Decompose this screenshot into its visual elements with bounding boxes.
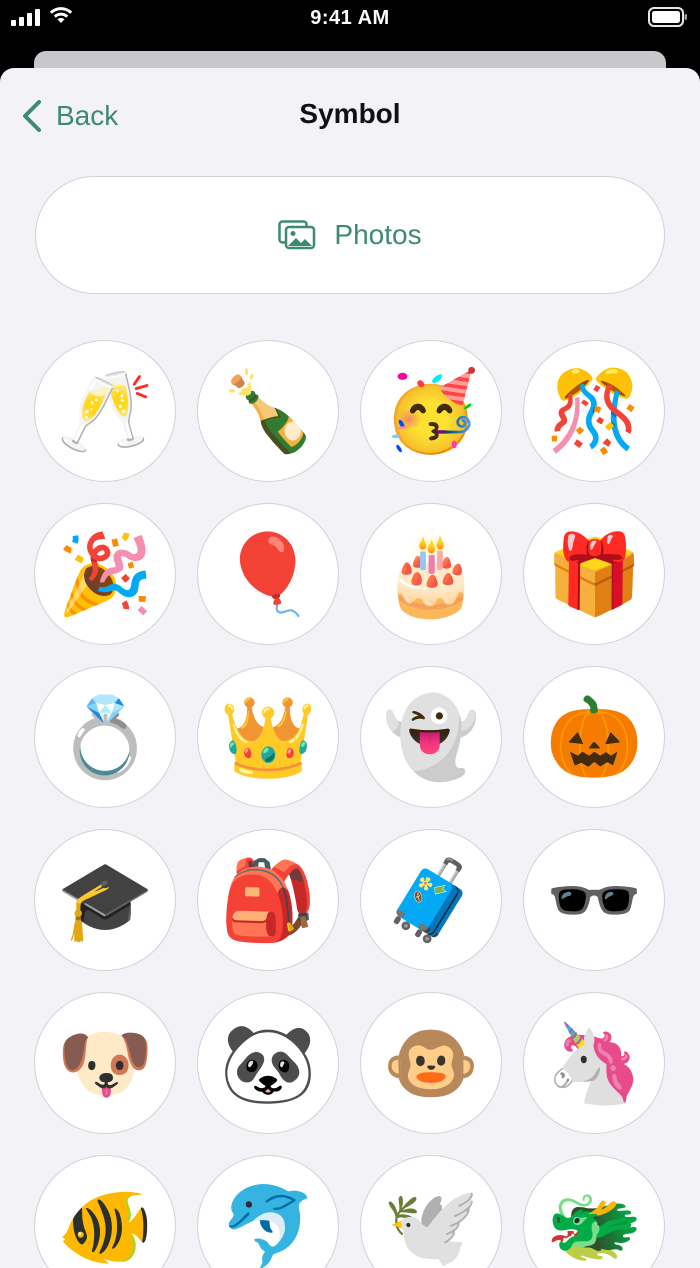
status-time: 9:41 AM xyxy=(310,7,390,29)
symbol-sheet: Back Symbol Photos 🥂 🍾 🥳 🎊 🎉 🎈 🎂 🎁 💍 👑 👻 🎃 🎓 🎒 🧳 🕶️ 🐶 🐼 🐵 🦄… xyxy=(0,68,700,1268)
symbol-option-unicorn[interactable]: 🦄 xyxy=(523,992,665,1134)
symbol-option-clinking-glasses[interactable]: 🥂 xyxy=(34,340,176,482)
symbol-option-backpack[interactable]: 🎒 xyxy=(197,829,339,971)
panda-icon: 🐼 xyxy=(219,1019,317,1107)
page-title: Symbol xyxy=(299,98,401,129)
symbol-option-confetti-ball[interactable]: 🎊 xyxy=(523,340,665,482)
party-popper-icon: 🎉 xyxy=(56,530,154,618)
dove-icon: 🕊️ xyxy=(382,1182,480,1268)
symbol-option-champagne-bottle[interactable]: 🍾 xyxy=(197,340,339,482)
status-bar: 9:41 AM xyxy=(0,0,700,40)
symbol-option-graduation-cap[interactable]: 🎓 xyxy=(34,829,176,971)
symbol-option-birthday-cake[interactable]: 🎂 xyxy=(360,503,502,645)
symbol-option-crown[interactable]: 👑 xyxy=(197,666,339,808)
symbol-option-party-popper[interactable]: 🎉 xyxy=(34,503,176,645)
wrapped-gift-icon: 🎁 xyxy=(545,530,643,618)
symbol-option-wrapped-gift[interactable]: 🎁 xyxy=(523,503,665,645)
symbol-option-dragon-face[interactable]: 🐲 xyxy=(523,1155,665,1268)
dog-face-icon: 🐶 xyxy=(56,1019,154,1107)
photos-button[interactable]: Photos xyxy=(35,176,665,294)
photos-label: Photos xyxy=(334,219,422,250)
symbol-option-tropical-fish[interactable]: 🐠 xyxy=(34,1155,176,1268)
symbol-option-ghost[interactable]: 👻 xyxy=(360,666,502,808)
balloon-icon: 🎈 xyxy=(219,530,317,618)
ghost-icon: 👻 xyxy=(382,693,480,781)
symbol-option-dog-face[interactable]: 🐶 xyxy=(34,992,176,1134)
symbol-grid: 🥂 🍾 🥳 🎊 🎉 🎈 🎂 🎁 💍 👑 👻 🎃 🎓 🎒 🧳 🕶️ 🐶 🐼 🐵 🦄 🐠 🐬 🕊️ 🐲 xyxy=(34,340,668,1268)
photos-icon xyxy=(278,220,316,250)
partying-face-icon: 🥳 xyxy=(382,367,480,455)
dragon-face-icon: 🐲 xyxy=(545,1182,643,1268)
symbol-option-balloon[interactable]: 🎈 xyxy=(197,503,339,645)
monkey-face-icon: 🐵 xyxy=(382,1019,480,1107)
dolphin-icon: 🐬 xyxy=(219,1182,317,1268)
symbol-option-panda[interactable]: 🐼 xyxy=(197,992,339,1134)
confetti-ball-icon: 🎊 xyxy=(545,367,643,455)
sunglasses-icon: 🕶️ xyxy=(545,856,643,944)
symbol-option-dolphin[interactable]: 🐬 xyxy=(197,1155,339,1268)
symbol-option-partying-face[interactable]: 🥳 xyxy=(360,340,502,482)
unicorn-icon: 🦄 xyxy=(545,1019,643,1107)
symbol-option-sunglasses[interactable]: 🕶️ xyxy=(523,829,665,971)
crown-icon: 👑 xyxy=(219,693,317,781)
ring-icon: 💍 xyxy=(56,693,154,781)
symbol-option-monkey-face[interactable]: 🐵 xyxy=(360,992,502,1134)
symbol-option-dove[interactable]: 🕊️ xyxy=(360,1155,502,1268)
champagne-bottle-icon: 🍾 xyxy=(219,367,317,455)
birthday-cake-icon: 🎂 xyxy=(382,530,480,618)
backpack-icon: 🎒 xyxy=(219,856,317,944)
battery-icon xyxy=(648,7,687,27)
navigation-bar: Back Symbol xyxy=(0,68,700,164)
symbol-option-luggage[interactable]: 🧳 xyxy=(360,829,502,971)
jack-o-lantern-icon: 🎃 xyxy=(545,693,643,781)
tropical-fish-icon: 🐠 xyxy=(56,1182,154,1268)
graduation-cap-icon: 🎓 xyxy=(56,856,154,944)
symbol-option-ring[interactable]: 💍 xyxy=(34,666,176,808)
clinking-glasses-icon: 🥂 xyxy=(56,367,154,455)
symbol-option-jack-o-lantern[interactable]: 🎃 xyxy=(523,666,665,808)
luggage-icon: 🧳 xyxy=(382,856,480,944)
